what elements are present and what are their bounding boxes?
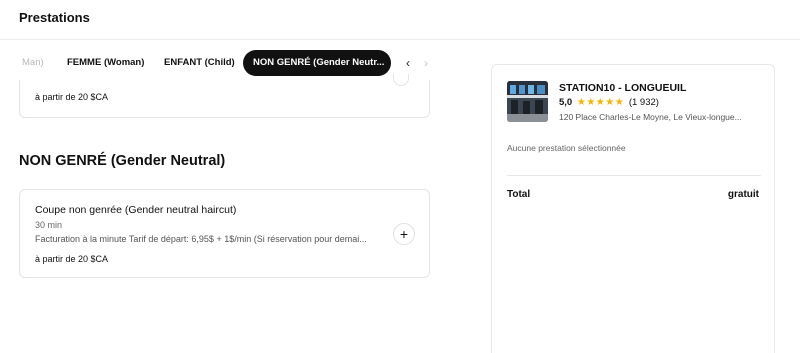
service-duration: 30 min xyxy=(35,220,63,230)
tab-femme[interactable]: FEMME (Woman) xyxy=(67,50,144,76)
total-value: gratuit xyxy=(727,189,759,200)
service-price: à partir de 20 $CA xyxy=(35,254,109,264)
tab-non-genre[interactable]: NON GENRÉ (Gender Neutr... xyxy=(243,50,391,76)
page-header: Prestations xyxy=(0,0,800,40)
shop-thumbnail xyxy=(507,81,548,122)
total-label: Total xyxy=(507,189,531,200)
add-service-button[interactable]: + xyxy=(393,223,415,245)
plus-icon: + xyxy=(399,226,409,242)
shop-address: 120 Place Charles-Le Moyne, Le Vieux-lon… xyxy=(559,112,742,122)
chevron-left-icon[interactable]: ‹ xyxy=(401,55,415,71)
previous-service-price: à partir de 20 $CA xyxy=(35,92,109,102)
shop-rating: 5,0 ★★★★★ (1 932) xyxy=(559,97,659,108)
previous-service-card[interactable]: à partir de 20 $CA xyxy=(19,74,430,118)
divider xyxy=(507,175,761,176)
shop-name[interactable]: STATION10 - LONGUEUIL xyxy=(559,82,686,94)
empty-selection-text: Aucune prestation sélectionnée xyxy=(507,143,626,153)
service-description: Facturation à la minute Tarif de départ:… xyxy=(35,234,367,244)
page-title: Prestations xyxy=(19,10,90,25)
rating-score: 5,0 xyxy=(559,97,573,108)
shop-photo-icon xyxy=(507,81,548,122)
chevron-right-icon[interactable]: › xyxy=(419,55,433,71)
category-tabs: Man) FEMME (Woman) ENFANT (Child) NON GE… xyxy=(0,50,440,76)
service-card[interactable]: Coupe non genrée (Gender neutral haircut… xyxy=(19,189,430,278)
booking-summary-panel: STATION10 - LONGUEUIL 5,0 ★★★★★ (1 932) … xyxy=(491,64,775,353)
review-count: (1 932) xyxy=(628,97,659,108)
service-name: Coupe non genrée (Gender neutral haircut… xyxy=(35,204,237,216)
section-title: NON GENRÉ (Gender Neutral) xyxy=(19,153,226,169)
tab-man[interactable]: Man) xyxy=(22,50,44,76)
star-icon: ★★★★★ xyxy=(576,97,625,108)
tab-enfant[interactable]: ENFANT (Child) xyxy=(164,50,235,76)
add-button-partial[interactable] xyxy=(393,74,409,86)
